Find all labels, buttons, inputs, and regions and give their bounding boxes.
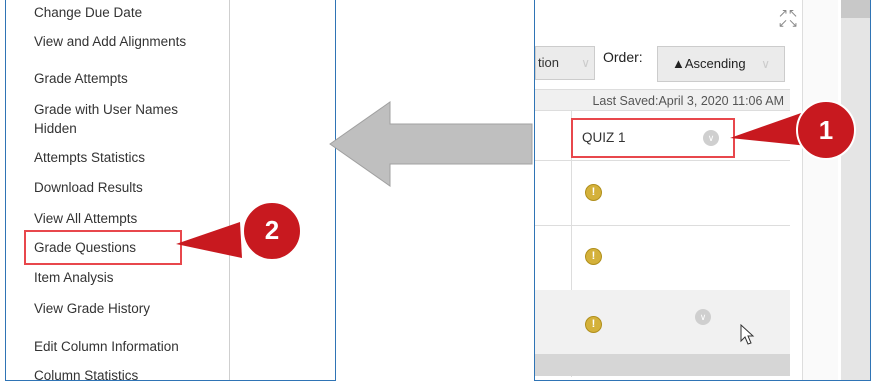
sort-by-value: tion [538,55,559,70]
sort-by-select[interactable]: tion ∨ [535,46,595,80]
menu-item-edit-column-information[interactable]: Edit Column Information [34,337,179,356]
needs-grading-icon[interactable]: ! [585,184,602,201]
row-divider [535,225,790,226]
panel-divider [229,0,230,380]
expand-icon[interactable]: ↗↖ ↙↘ [778,7,798,29]
menu-item-grade-names-hidden[interactable]: Grade with User Names Hidden [34,100,214,138]
left-arrow-icon [329,101,533,187]
menu-item-view-add-alignments[interactable]: View and Add Alignments [34,32,186,51]
menu-item-attempts-statistics[interactable]: Attempts Statistics [34,148,145,167]
vertical-scrollbar[interactable] [841,0,870,380]
needs-grading-icon[interactable]: ! [585,248,602,265]
menu-item-view-all-attempts[interactable]: View All Attempts [34,209,137,228]
grade-center-panel: ↗↖ ↙↘ tion ∨ Order: ▲Ascending ∨ Last Sav… [534,0,871,381]
menu-item-grade-attempts[interactable]: Grade Attempts [34,69,128,88]
quiz-column-title: QUIZ 1 [582,130,626,145]
horizontal-scrollbar[interactable] [535,354,790,376]
callout-2-number: 2 [264,215,280,245]
mouse-cursor-icon [740,324,755,345]
menu-item-column-statistics[interactable]: Column Statistics [34,366,138,380]
sort-toolbar: tion ∨ Order: ▲Ascending ∨ [535,40,790,82]
callout-1-number: 1 [818,115,834,145]
quiz-column-header[interactable]: QUIZ 1 ∨ [571,118,735,158]
needs-grading-icon[interactable]: ! [585,316,602,333]
scrollbar-thumb[interactable] [841,0,870,18]
menu-item-item-analysis[interactable]: Item Analysis [34,268,114,287]
order-select[interactable]: ▲Ascending ∨ [657,46,785,82]
menu-item-change-due-date[interactable]: Change Due Date [34,3,142,22]
callout-2-pointer [176,201,302,261]
callout-1-pointer [730,100,856,160]
chevron-down-icon: ∨ [581,56,590,70]
column-context-menu: Change Due Date View and Add Alignments … [5,0,336,381]
menu-item-view-grade-history[interactable]: View Grade History [34,299,150,318]
order-label: Order: [603,49,643,65]
right-empty-column [802,0,838,380]
chevron-down-icon: ∨ [761,57,770,71]
cell-menu-chevron-icon[interactable]: ∨ [695,309,711,325]
grade-questions-highlight [24,230,182,265]
order-value: ▲Ascending [672,56,746,71]
menu-item-download-results[interactable]: Download Results [34,178,143,197]
